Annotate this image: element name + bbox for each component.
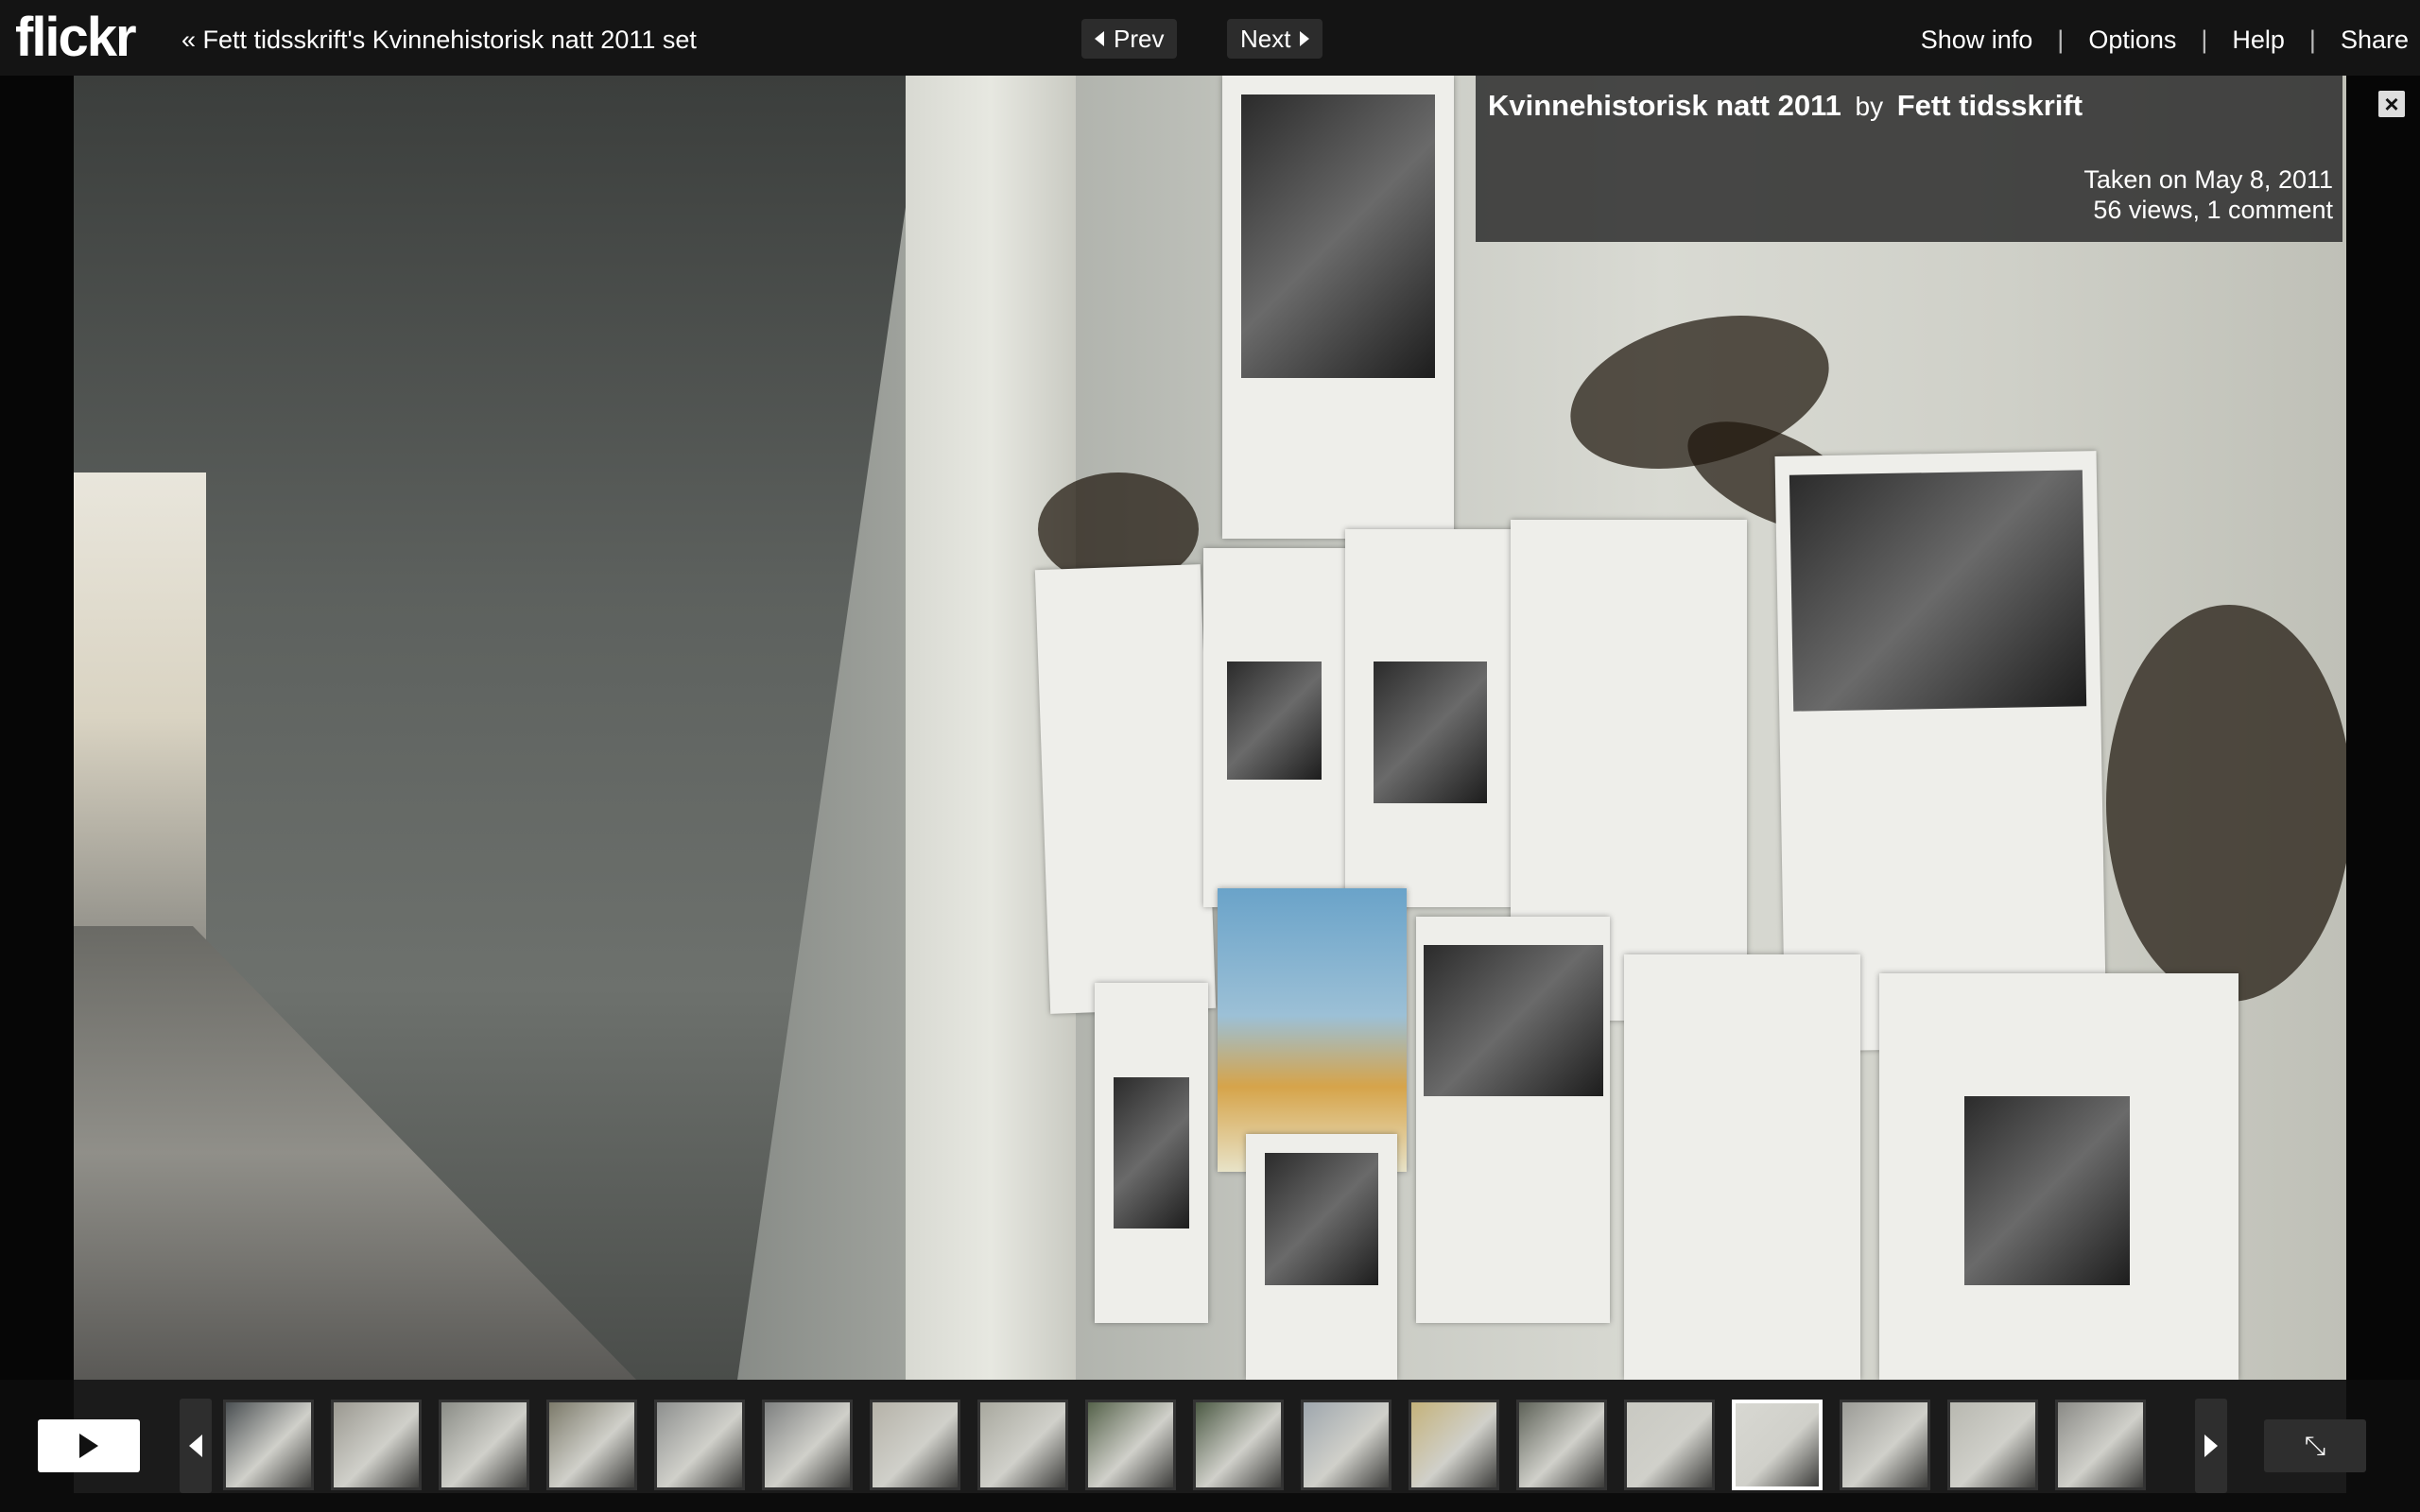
poster: [1095, 983, 1208, 1323]
filmstrip-thumbnail[interactable]: [223, 1400, 314, 1490]
filmstrip-thumbnail[interactable]: [1193, 1400, 1284, 1490]
photo-viewer: flickr « Fett tidsskrift's Kvinnehistori…: [0, 0, 2420, 1512]
filmstrip-thumbnail[interactable]: [1301, 1400, 1392, 1490]
filmstrip-thumbnail[interactable]: [654, 1400, 745, 1490]
collapse-fullscreen-icon: ⤡: [2304, 1430, 2326, 1460]
poster: [1624, 954, 1860, 1380]
graffiti-mark: [2106, 605, 2346, 1002]
filmstrip-thumbnail[interactable]: [1409, 1400, 1499, 1490]
filmstrip-thumbnail[interactable]: [977, 1400, 1068, 1490]
filmstrip-thumbnail[interactable]: [1947, 1400, 2038, 1490]
filmstrip-thumbnail[interactable]: [1516, 1400, 1607, 1490]
filmstrip-thumbnail[interactable]: [2055, 1400, 2146, 1490]
filmstrip: ⤡: [0, 1380, 2420, 1512]
chevron-left-icon: [189, 1435, 202, 1457]
filmstrip-next-button[interactable]: [2195, 1399, 2227, 1493]
close-icon[interactable]: ×: [2378, 91, 2405, 117]
poster: [1879, 973, 2238, 1380]
menu-separator: |: [2057, 26, 2065, 54]
top-bar: flickr « Fett tidsskrift's Kvinnehistori…: [0, 0, 2420, 76]
author-link[interactable]: Fett tidsskrift: [1897, 89, 2083, 122]
tunnel-opening: [74, 472, 206, 964]
main-photo[interactable]: [74, 76, 2346, 1380]
share-link[interactable]: Share: [2341, 26, 2409, 55]
prev-button[interactable]: Prev: [1081, 19, 1178, 59]
filmstrip-prev-button[interactable]: [180, 1399, 212, 1493]
filmstrip-thumbnail[interactable]: [1085, 1400, 1176, 1490]
play-icon: [79, 1434, 98, 1458]
slideshow-play-button[interactable]: [38, 1419, 140, 1472]
thumbnail-list: [223, 1400, 2146, 1490]
filmstrip-thumbnail[interactable]: [1624, 1400, 1715, 1490]
prev-label: Prev: [1114, 24, 1165, 53]
poster: [1034, 564, 1217, 1014]
next-button[interactable]: Next: [1227, 19, 1323, 59]
menu-separator: |: [2308, 26, 2316, 54]
poster: [1416, 917, 1610, 1323]
left-arrow-icon: [1095, 31, 1104, 46]
poster: [1345, 529, 1515, 907]
taken-date[interactable]: Taken on May 8, 2011: [2083, 164, 2333, 195]
menu-separator: |: [2201, 26, 2208, 54]
poster: [1222, 76, 1454, 539]
by-label: by: [1855, 92, 1884, 121]
back-to-set-link[interactable]: « Fett tidsskrift's Kvinnehistorisk natt…: [182, 26, 697, 55]
right-arrow-icon: [1300, 31, 1310, 46]
options-link[interactable]: Options: [2088, 26, 2176, 55]
filmstrip-thumbnail[interactable]: [546, 1400, 637, 1490]
poster: [1218, 888, 1407, 1172]
help-link[interactable]: Help: [2232, 26, 2285, 55]
poster: [1246, 1134, 1397, 1380]
exit-fullscreen-button[interactable]: ⤡: [2264, 1419, 2366, 1472]
top-menu: Show info | Options | Help | Share: [1921, 26, 2409, 55]
photo-title[interactable]: Kvinnehistorisk natt 2011: [1488, 89, 1841, 122]
photo-stats[interactable]: 56 views, 1 comment: [2083, 195, 2333, 225]
filmstrip-thumbnail[interactable]: [331, 1400, 422, 1490]
filmstrip-thumbnail[interactable]: [1840, 1400, 1930, 1490]
photo-info-panel: Kvinnehistorisk natt 2011 by Fett tidssk…: [1476, 76, 2342, 242]
filmstrip-thumbnail[interactable]: [762, 1400, 853, 1490]
next-label: Next: [1240, 24, 1291, 53]
filmstrip-thumbnail[interactable]: [1732, 1400, 1823, 1490]
photo-heading: Kvinnehistorisk natt 2011 by Fett tidssk…: [1488, 89, 2083, 123]
filmstrip-thumbnail[interactable]: [439, 1400, 529, 1490]
photo-meta: Taken on May 8, 2011 56 views, 1 comment: [2083, 164, 2333, 225]
flickr-logo[interactable]: flickr: [15, 6, 137, 69]
chevron-right-icon: [2204, 1435, 2218, 1457]
filmstrip-thumbnail[interactable]: [870, 1400, 960, 1490]
poster: [1203, 548, 1359, 907]
show-info-link[interactable]: Show info: [1921, 26, 2033, 55]
